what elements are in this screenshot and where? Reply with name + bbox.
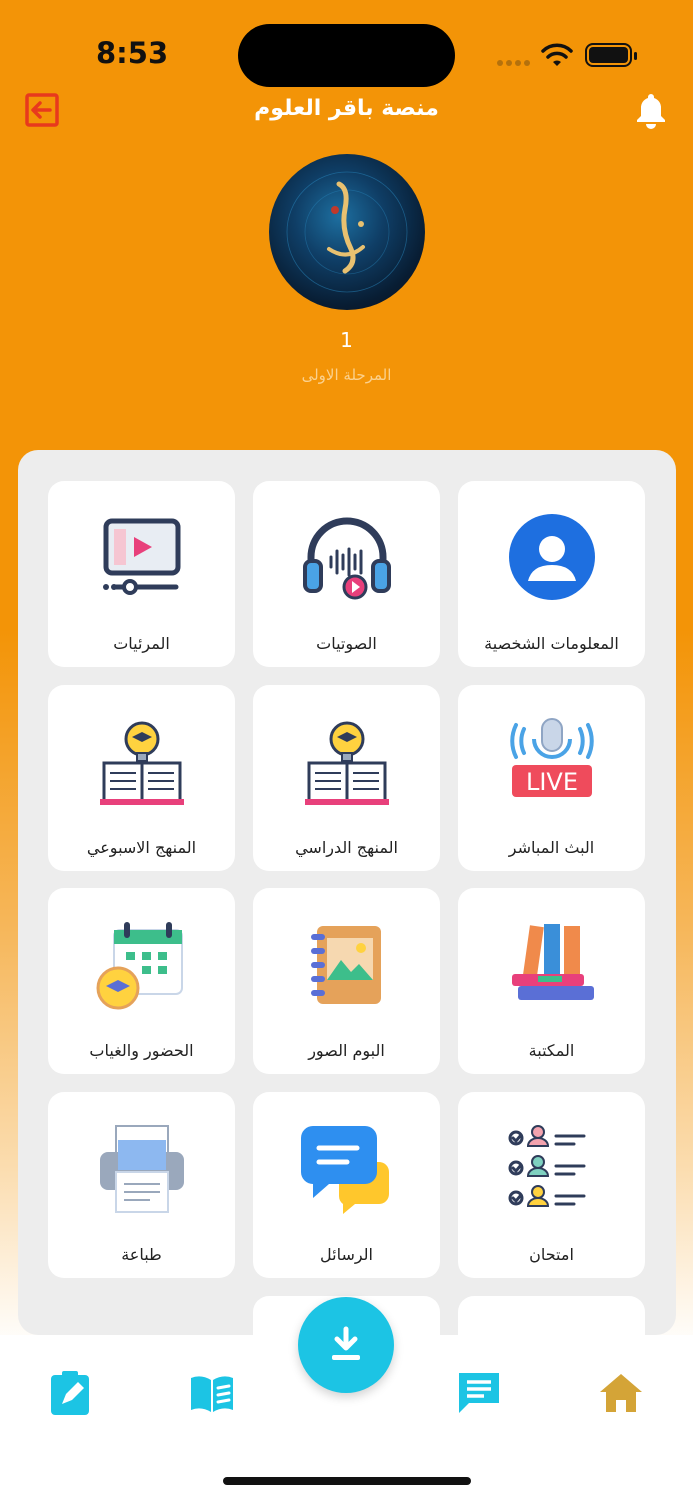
platform-logo <box>286 171 408 293</box>
tile-weekly-curriculum[interactable]: المنهج الاسبوعي <box>48 685 235 871</box>
svg-text:LIVE: LIVE <box>526 768 578 796</box>
avatar[interactable] <box>269 154 425 310</box>
tile-photo-album[interactable]: البوم الصور <box>253 888 440 1074</box>
tile-label: الصوتيات <box>316 634 377 653</box>
live-microphone-icon: LIVE <box>510 718 594 797</box>
tile-curriculum[interactable]: المنهج الدراسي <box>253 685 440 871</box>
book-lightbulb-icon <box>305 721 389 805</box>
services-grid: المعلومات الشخصية الصوتيات المرئيات LIVE… <box>18 450 676 1335</box>
tile-live-stream[interactable]: LIVE البث المباشر <box>458 685 645 871</box>
app-header: منصة باقر العلوم <box>0 88 693 134</box>
status-time: 8:53 <box>96 36 169 70</box>
user-number: 1 <box>340 328 353 352</box>
tile-attendance[interactable]: الحضور والغياب <box>48 888 235 1074</box>
download-button[interactable] <box>298 1297 394 1393</box>
clipboard-edit-icon[interactable] <box>48 1370 94 1416</box>
tile-library[interactable]: المكتبة <box>458 888 645 1074</box>
calendar-graduation-icon <box>96 922 183 1010</box>
open-book-icon[interactable] <box>189 1370 235 1416</box>
tile-label: المكتبة <box>528 1041 575 1060</box>
photo-album-icon <box>311 926 381 1004</box>
notification-bell-icon[interactable] <box>631 90 671 130</box>
tile-label: الرسائل <box>320 1245 373 1264</box>
tile-messages[interactable]: الرسائل <box>253 1092 440 1278</box>
chat-icon[interactable] <box>456 1370 502 1416</box>
page-title: منصة باقر العلوم <box>254 96 439 121</box>
checklist-icon <box>508 1125 586 1207</box>
tile-label: طباعة <box>121 1245 162 1264</box>
home-indicator <box>223 1477 471 1485</box>
tile-label: البث المباشر <box>508 838 595 857</box>
books-stack-icon <box>512 924 594 1000</box>
tile-label: المنهج الاسبوعي <box>86 838 197 857</box>
download-icon <box>332 1326 360 1360</box>
tile-audio[interactable]: الصوتيات <box>253 481 440 667</box>
tile-label: المعلومات الشخصية <box>484 634 619 653</box>
tile-videos[interactable]: المرئيات <box>48 481 235 667</box>
status-bar: 8:53 <box>0 0 693 100</box>
wifi-icon <box>541 43 573 66</box>
home-icon[interactable] <box>598 1370 644 1416</box>
tile-label: امتحان <box>529 1245 574 1264</box>
dynamic-island <box>238 24 455 87</box>
battery-icon <box>585 43 637 67</box>
printer-icon <box>100 1125 184 1213</box>
tile-label: الحضور والغياب <box>89 1041 194 1060</box>
tile-label: المرئيات <box>113 634 170 653</box>
book-lightbulb-icon <box>100 721 184 805</box>
person-icon <box>509 514 595 600</box>
tile-personal-info[interactable]: المعلومات الشخصية <box>458 481 645 667</box>
chat-bubbles-icon <box>301 1126 389 1214</box>
headphones-icon <box>303 517 391 600</box>
video-player-icon <box>103 518 181 595</box>
tile-print[interactable]: طباعة <box>48 1092 235 1278</box>
cellular-signal-icon <box>497 60 530 66</box>
tile-exam[interactable]: امتحان <box>458 1092 645 1278</box>
user-stage: المرحلة الاولى <box>301 366 392 384</box>
tile-partial[interactable] <box>458 1296 645 1335</box>
tile-label: البوم الصور <box>308 1041 385 1060</box>
tile-label: المنهج الدراسي <box>295 838 398 857</box>
